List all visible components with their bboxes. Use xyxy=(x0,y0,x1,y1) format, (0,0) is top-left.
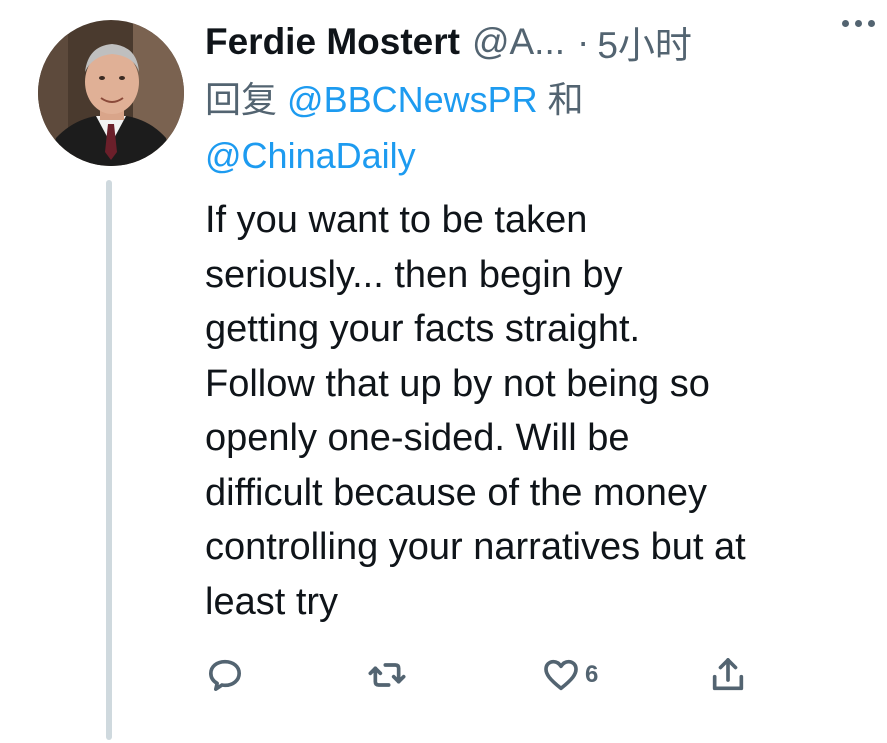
avatar[interactable] xyxy=(38,20,184,166)
separator-dot: · xyxy=(577,21,590,62)
avatar-photo xyxy=(38,20,184,166)
reply-context: 回复 @BBCNewsPR 和 @ChinaDaily xyxy=(205,72,865,184)
tweet: Ferdie Mostert @A... · 5小时 回复 @BBCNewsPR… xyxy=(0,0,887,743)
tweet-timestamp[interactable]: 5小时 xyxy=(597,15,692,69)
reply-prefix: 回复 xyxy=(205,79,278,120)
tweet-actions: 6 xyxy=(205,650,765,700)
share-button[interactable] xyxy=(708,650,748,700)
speech-bubble-icon xyxy=(209,659,242,691)
mention-link-bbcnewspr[interactable]: @BBCNewsPR xyxy=(287,79,538,120)
reply-conjunction: 和 xyxy=(547,79,584,120)
like-button[interactable]: 6 xyxy=(541,650,598,700)
retweet-icon xyxy=(368,663,406,687)
more-options-icon[interactable] xyxy=(842,20,875,27)
tweet-header: Ferdie Mostert @A... · 5小时 xyxy=(205,14,865,70)
author-handle[interactable]: @A... xyxy=(472,21,565,63)
reply-button[interactable] xyxy=(205,650,245,700)
mention-link-chinadaily[interactable]: @ChinaDaily xyxy=(205,135,416,176)
like-count: 6 xyxy=(585,661,599,688)
heart-icon xyxy=(544,659,578,691)
tweet-text: If you want to be taken seriously... the… xyxy=(205,199,746,623)
author-name[interactable]: Ferdie Mostert xyxy=(205,21,460,63)
thread-line xyxy=(106,180,112,740)
retweet-button[interactable] xyxy=(367,650,407,700)
share-upload-icon xyxy=(712,658,744,691)
